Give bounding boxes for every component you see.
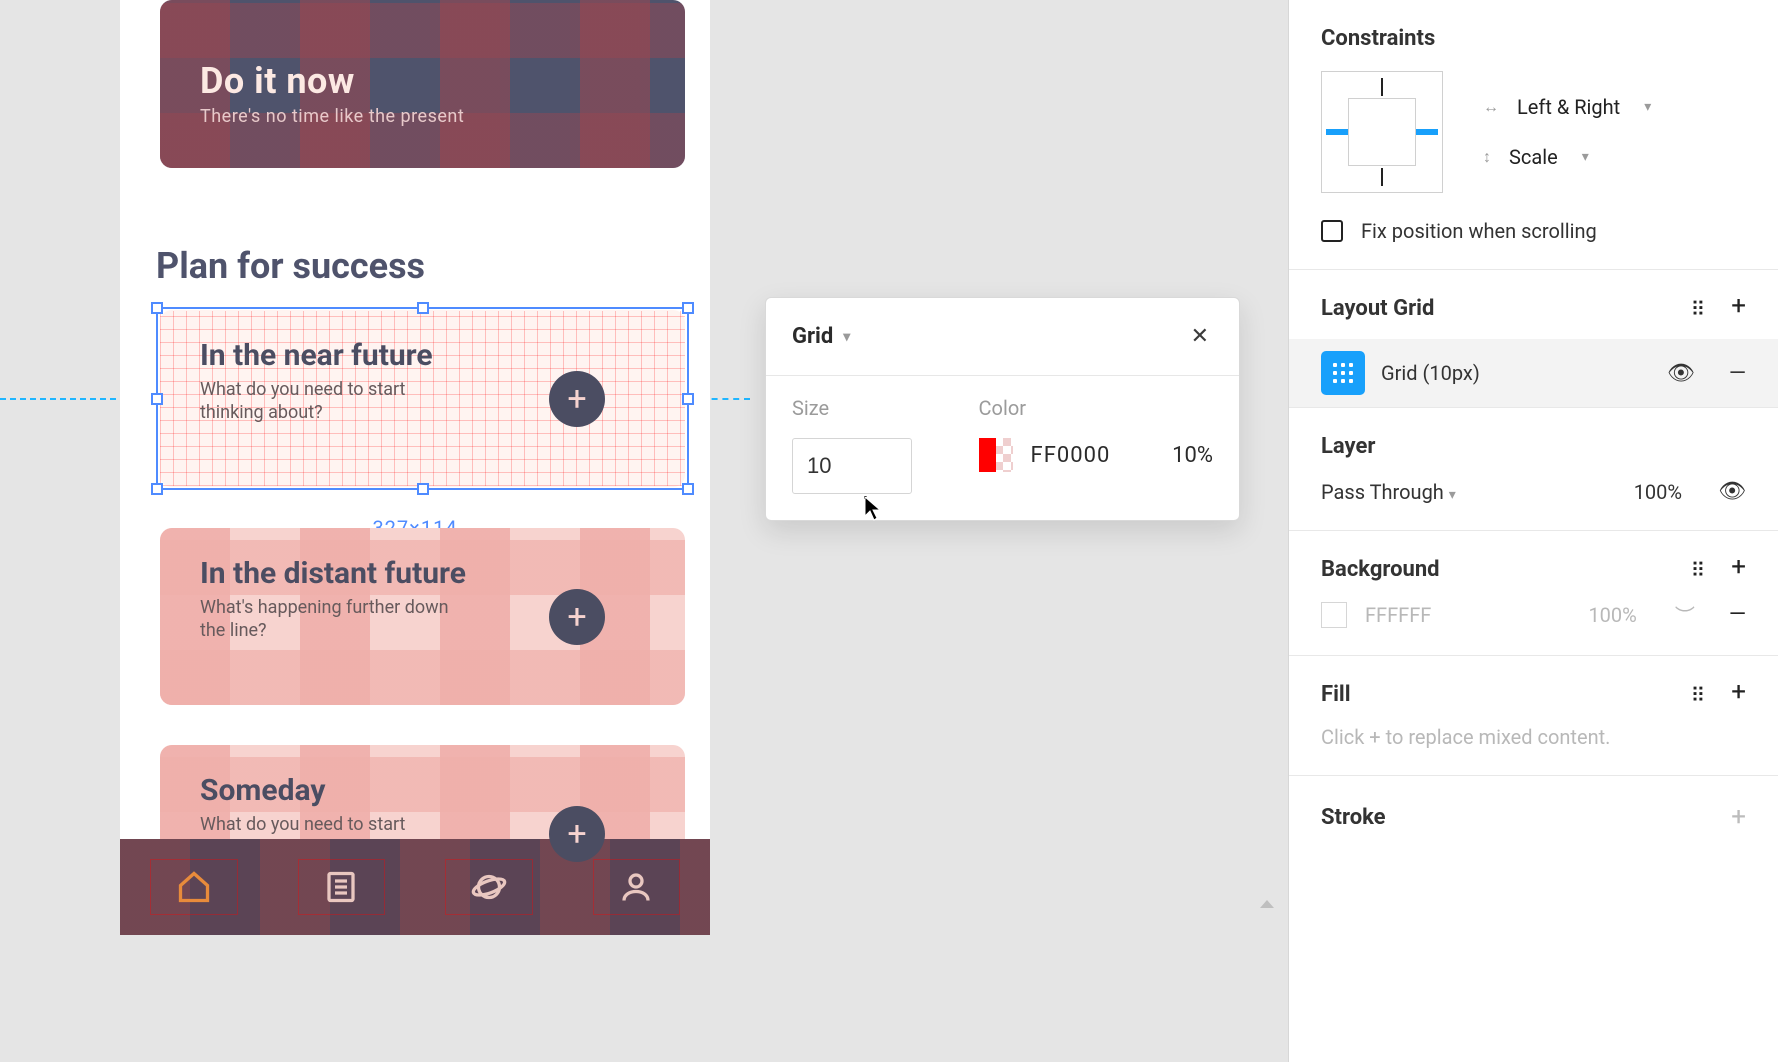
card-subtitle: What do you need to start thinking about… <box>200 379 460 424</box>
horizontal-constraint-dropdown[interactable]: ↔ Left & Right ▾ <box>1483 95 1651 119</box>
vertical-constraint-dropdown[interactable]: ↕ Scale ▾ <box>1483 145 1651 169</box>
chevron-down-icon: ▾ <box>1582 149 1589 165</box>
hero-card[interactable]: Do it now There's no time like the prese… <box>160 0 685 168</box>
add-fill-icon[interactable]: + <box>1731 683 1746 707</box>
grid-type-dropdown[interactable]: Grid ▾ <box>792 324 850 349</box>
chevron-down-icon: ▾ <box>1449 487 1456 503</box>
visibility-toggle-icon[interactable]: 👁 <box>1718 479 1746 504</box>
add-grid-icon[interactable]: + <box>1731 297 1746 321</box>
add-background-icon[interactable]: + <box>1731 558 1746 582</box>
hero-title: Do it now <box>160 0 685 102</box>
color-hex-input[interactable]: FF0000 <box>1031 443 1111 468</box>
tab-list[interactable] <box>268 839 416 935</box>
horizontal-constraint-value: Left & Right <box>1517 95 1620 119</box>
grid-styles-icon[interactable]: ⠿ <box>1691 297 1706 321</box>
color-label: Color <box>979 396 1213 420</box>
vertical-arrow-icon: ↕ <box>1483 147 1491 167</box>
section-title-constraints: Constraints <box>1321 26 1746 51</box>
tab-home[interactable] <box>120 839 268 935</box>
hidden-icon[interactable]: ︶ <box>1675 600 1693 629</box>
hero-subtitle: There's no time like the present <box>160 102 685 127</box>
grid-type-label: Grid <box>792 324 833 349</box>
constraints-section: Constraints ↔ Left & Right ▾ ↕ Scale ▾ <box>1289 0 1778 270</box>
horizontal-arrow-icon: ↔ <box>1483 97 1499 117</box>
layer-opacity-input[interactable]: 100% <box>1634 480 1682 504</box>
card-distant-future[interactable]: In the distant future What's happening f… <box>160 528 685 705</box>
background-swatch[interactable] <box>1321 602 1347 628</box>
card-title: In the distant future <box>200 556 645 591</box>
visibility-toggle-icon[interactable]: 👁 <box>1667 361 1695 386</box>
close-icon[interactable]: ✕ <box>1187 320 1213 353</box>
mouse-cursor <box>864 496 882 522</box>
section-title-layer: Layer <box>1321 434 1746 459</box>
fix-position-checkbox[interactable]: Fix position when scrolling <box>1321 219 1746 243</box>
panel-collapse-icon[interactable] <box>1260 900 1274 908</box>
blend-mode-dropdown[interactable]: Pass Through ▾ <box>1321 480 1456 504</box>
fill-styles-icon[interactable]: ⠿ <box>1691 683 1706 707</box>
add-icon[interactable]: + <box>549 806 605 862</box>
layout-grid-label: Grid (10px) <box>1381 361 1651 385</box>
background-fill-row[interactable]: FFFFFF 100% ︶ — <box>1321 600 1746 629</box>
fill-section: Fill ⠿ + Click + to replace mixed conten… <box>1289 656 1778 776</box>
background-hex[interactable]: FFFFFF <box>1365 603 1431 627</box>
add-icon[interactable]: + <box>549 371 605 427</box>
add-stroke-icon[interactable]: + <box>1731 802 1746 832</box>
grid-icon[interactable] <box>1321 351 1365 395</box>
background-styles-icon[interactable]: ⠿ <box>1691 558 1706 582</box>
size-label: Size <box>792 396 939 420</box>
grid-settings-popover[interactable]: Grid ▾ ✕ Size Color FF0000 10% <box>765 297 1240 521</box>
card-subtitle: What's happening further down the line? <box>200 597 460 642</box>
section-title-background: Background <box>1321 557 1440 582</box>
chevron-down-icon: ▾ <box>1644 99 1651 115</box>
section-title-layout-grid: Layout Grid <box>1321 296 1434 321</box>
color-opacity-input[interactable]: 10% <box>1172 443 1213 468</box>
layer-section: Layer Pass Through ▾ 100% 👁 <box>1289 408 1778 531</box>
remove-grid-icon[interactable]: — <box>1729 361 1746 386</box>
inspector-panel: Constraints ↔ Left & Right ▾ ↕ Scale ▾ <box>1288 0 1778 1062</box>
fill-mixed-hint: Click + to replace mixed content. <box>1321 725 1746 749</box>
background-opacity[interactable]: 100% <box>1588 603 1636 627</box>
add-icon[interactable]: + <box>549 589 605 645</box>
chevron-down-icon: ▾ <box>843 329 850 345</box>
vertical-constraint-value: Scale <box>1509 145 1558 169</box>
grid-size-input[interactable] <box>792 438 912 494</box>
card-title: In the near future <box>200 338 645 373</box>
artboard[interactable]: Do it now There's no time like the prese… <box>120 0 710 935</box>
card-subtitle: What do you need to start <box>200 814 460 837</box>
color-swatch[interactable] <box>979 438 1013 472</box>
layout-grid-item[interactable]: Grid (10px) 👁 — <box>1289 339 1778 407</box>
constraints-widget[interactable] <box>1321 71 1443 193</box>
resize-handle[interactable] <box>151 483 163 495</box>
stroke-section: Stroke + <box>1289 776 1778 858</box>
section-title: Plan for success <box>156 245 425 287</box>
checkbox-icon <box>1321 220 1343 242</box>
remove-background-icon[interactable]: — <box>1729 602 1746 627</box>
tab-explore[interactable] <box>415 839 563 935</box>
layout-grid-section: Layout Grid ⠿ + Grid (10px) 👁 — <box>1289 270 1778 408</box>
bottom-tab-bar <box>120 839 710 935</box>
fix-position-label: Fix position when scrolling <box>1361 219 1597 243</box>
section-title-stroke: Stroke <box>1321 805 1386 830</box>
section-title-fill: Fill <box>1321 682 1351 707</box>
card-title: Someday <box>200 773 645 808</box>
resize-handle[interactable] <box>682 483 694 495</box>
resize-handle[interactable] <box>417 483 429 495</box>
background-section: Background ⠿ + FFFFFF 100% ︶ — <box>1289 531 1778 656</box>
blend-mode-value: Pass Through <box>1321 480 1444 504</box>
